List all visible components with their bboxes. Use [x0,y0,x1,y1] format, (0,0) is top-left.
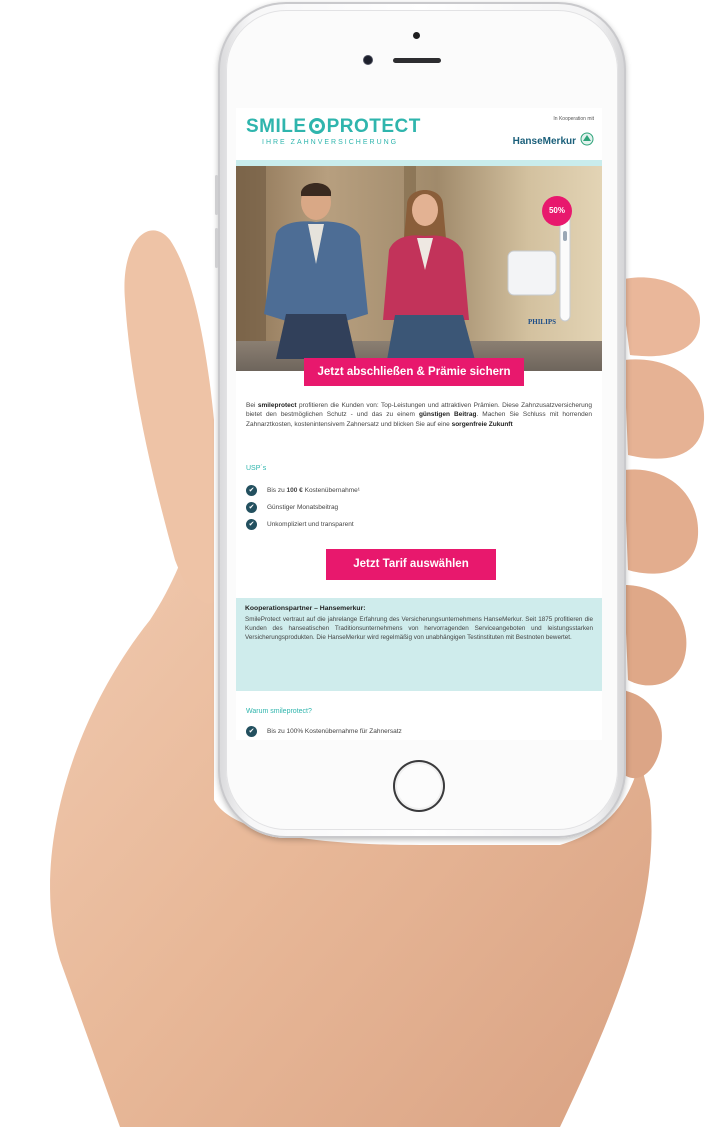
logo-tagline: IHRE ZAHNVERSICHERUNG [262,139,399,146]
cooperation-note: In Kooperation mit [553,116,594,122]
checkmark-icon: ✔ [246,519,257,530]
hero-image[interactable]: 50% PHILIPS [236,166,602,371]
usp-heading: USP´s [246,465,267,472]
hansemerkur-emblem-icon [580,132,594,146]
proximity-sensor [413,32,420,39]
intro-paragraph: Bei smileprotect profitieren die Kunden … [246,401,592,429]
list-item: ✔ Bis zu 100 € Kostenübernahme¹ [246,482,360,499]
partner-box: Kooperationspartner – Hansemerkur: Smile… [236,598,602,691]
list-item: ✔ Günstiger Monatsbeitrag [246,499,360,516]
usp-list: ✔ Bis zu 100 € Kostenübernahme¹ ✔ Günsti… [246,482,360,533]
partner-text: SmileProtect vertraut auf die jahrelange… [245,616,593,642]
man-figure [264,183,368,359]
usp-text: Günstiger Monatsbeitrag [267,504,339,511]
discount-badge: 50% [542,196,572,226]
email-header: SMILE PROTECT IHRE ZAHNVERSICHERUNG In Ko… [236,108,602,166]
checkmark-icon: ✔ [246,502,257,513]
volume-button[interactable] [215,228,218,268]
hansemerkur-logo[interactable]: HanseMerkur [513,136,576,147]
list-item: ✔ Unkompliziert und transparent [246,516,360,533]
volume-button[interactable] [215,175,218,215]
phone-screen: SMILE PROTECT IHRE ZAHNVERSICHERUNG In Ko… [236,108,602,740]
intro-highlight: günstigen Beitrag [418,411,477,419]
usp-text: Bis zu 100 € Kostenübernahme¹ [267,487,360,494]
checkmark-icon: ✔ [246,485,257,496]
why-text: Bis zu 100% Kostenübernahme für Zahnersa… [267,728,402,735]
logo-text-smile: SMILE [246,116,307,137]
partner-heading: Kooperationspartner – Hansemerkur: [245,605,366,612]
why-heading: Warum smileprotect? [246,708,312,715]
earpiece-speaker [393,58,441,63]
intro-brand: smileprotect [257,402,297,409]
usp-text: Unkompliziert und transparent [267,521,354,528]
checkmark-icon: ✔ [246,726,257,737]
woman-figure [383,190,475,360]
abschliessen-praemie-button[interactable]: Jetzt abschließen & Prämie sichern [304,358,524,386]
philips-logo: PHILIPS [527,318,556,326]
tooth-ring-icon [308,118,325,134]
list-item: ✔ Bis zu 100% Kostenübernahme für Zahner… [246,726,402,737]
logo-text-protect: PROTECT [326,116,421,137]
intro-text: Bei [246,402,258,409]
home-button[interactable] [393,760,445,812]
tarif-auswaehlen-button[interactable]: Jetzt Tarif auswählen [326,549,496,580]
front-camera [364,56,372,64]
intro-highlight: sorgenfreie Zukunft [451,420,513,428]
smileprotect-logo[interactable]: SMILE PROTECT [246,116,421,138]
